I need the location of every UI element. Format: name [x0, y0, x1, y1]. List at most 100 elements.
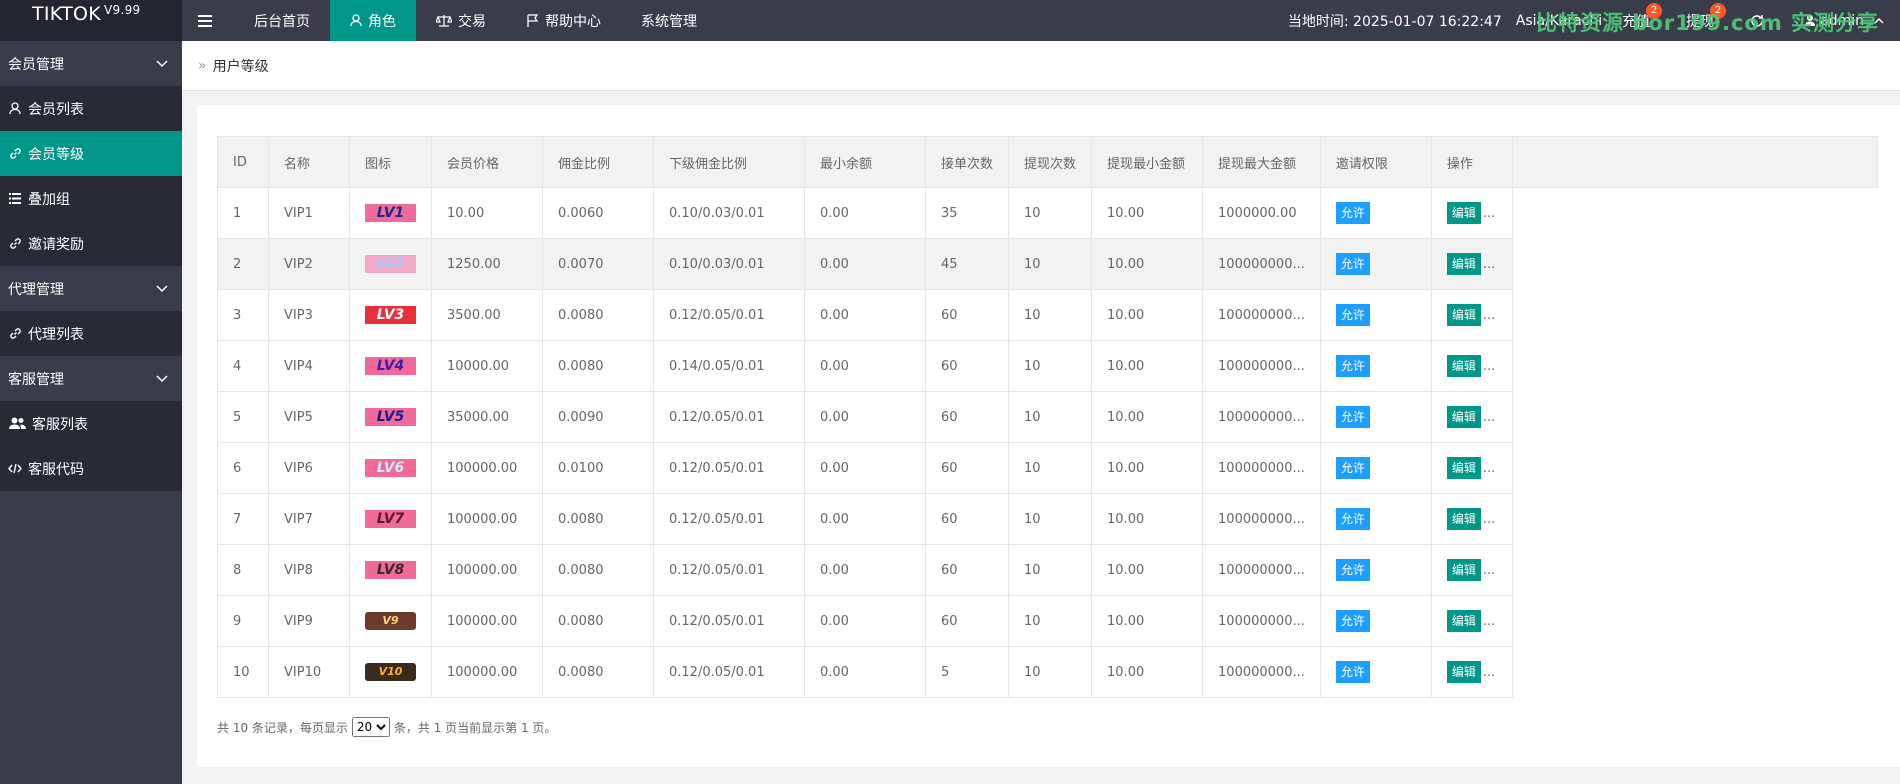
cell-orders: 60: [924, 391, 1010, 443]
sidebar-item-label: 客服代码: [28, 461, 84, 478]
cell-orders: 60: [924, 493, 1010, 545]
recharge-link[interactable]: 充值 2: [1622, 2, 1663, 31]
cell-invite: 允许: [1319, 340, 1432, 392]
nav-help[interactable]: 帮助中心: [506, 0, 621, 41]
level-badge-icon: LV5: [365, 408, 416, 426]
level-table: ID 名称 图标 会员价格 佣金比例 下级佣金比例 最小余额 接单次数 提现次数…: [217, 136, 1878, 698]
sidebar: 会员管理 会员列表 会员等级 叠加组 邀请奖励 代理管理 代理列表 客服管理 客…: [0, 41, 182, 784]
sidebar-item-stack-group[interactable]: 叠加组: [0, 176, 182, 221]
sidebar-group-agent[interactable]: 代理管理: [0, 266, 182, 311]
cell-actions: 编辑...: [1430, 646, 1513, 698]
sidebar-item-member-level[interactable]: 会员等级: [0, 131, 182, 176]
cell-wd-min: 10.00: [1091, 187, 1204, 239]
level-icon-cell: LV6: [349, 442, 432, 494]
cell-sub-rate: 0.12/0.05/0.01: [653, 646, 805, 698]
refresh-button[interactable]: [1750, 14, 1764, 28]
sidebar-group-service[interactable]: 客服管理: [0, 356, 182, 401]
edit-button[interactable]: 编辑: [1446, 661, 1481, 683]
allow-button[interactable]: 允许: [1335, 559, 1370, 581]
cell-actions: 编辑...: [1430, 544, 1513, 596]
allow-button[interactable]: 允许: [1335, 661, 1370, 683]
allow-button[interactable]: 允许: [1335, 304, 1370, 326]
edit-button[interactable]: 编辑: [1446, 508, 1481, 530]
cell-orders: 60: [924, 442, 1010, 494]
cell-name: VIP6: [268, 442, 350, 494]
nav-dashboard-label: 后台首页: [254, 13, 310, 30]
table-row: 4 VIP4 LV4 10000.00 0.0080 0.14/0.05/0.01 0.00…: [217, 340, 1878, 392]
cell-sub-rate: 0.12/0.05/0.01: [653, 544, 805, 596]
level-badge-icon: LV3: [365, 306, 416, 324]
table-body: 1 VIP1 LV1 10.00 0.0060 0.10/0.03/0.01 0.00 35 1…: [217, 187, 1878, 698]
allow-button[interactable]: 允许: [1335, 508, 1370, 530]
sidebar-item-service-code[interactable]: 客服代码: [0, 446, 182, 491]
cell-withdraw-times: 10: [1008, 238, 1093, 290]
more-ellipsis: ...: [1482, 461, 1496, 476]
cell-id: 4: [217, 340, 269, 392]
table-row: 1 VIP1 LV1 10.00 0.0060 0.10/0.03/0.01 0.00 35 1…: [217, 187, 1878, 239]
allow-button[interactable]: 允许: [1335, 202, 1370, 224]
page-size-select[interactable]: 20: [351, 717, 390, 737]
edit-button[interactable]: 编辑: [1446, 457, 1481, 479]
cell-sub-rate: 0.12/0.05/0.01: [653, 595, 805, 647]
edit-button[interactable]: 编辑: [1446, 610, 1481, 632]
cell-orders: 60: [924, 340, 1010, 392]
sidebar-group-member[interactable]: 会员管理: [0, 41, 182, 86]
cell-id: 1: [217, 187, 269, 239]
edit-button[interactable]: 编辑: [1446, 202, 1481, 224]
sidebar-item-label: 会员列表: [28, 101, 84, 118]
allow-button[interactable]: 允许: [1335, 355, 1370, 377]
cell-wd-min: 10.00: [1091, 238, 1204, 290]
cell-withdraw-times: 10: [1008, 391, 1093, 443]
chevron-down-icon: [156, 284, 168, 292]
cell-min-balance: 0.00: [804, 493, 926, 545]
cell-withdraw-times: 10: [1008, 595, 1093, 647]
cell-actions: 编辑...: [1430, 289, 1513, 341]
nav-trade[interactable]: 交易: [416, 0, 506, 41]
user-menu[interactable]: admin: [1804, 13, 1884, 29]
edit-button[interactable]: 编辑: [1446, 559, 1481, 581]
cell-min-balance: 0.00: [804, 289, 926, 341]
timezone-text: Asia/Karachi: [1515, 12, 1603, 29]
nav-role[interactable]: 角色: [330, 0, 416, 41]
allow-button[interactable]: 允许: [1335, 253, 1370, 275]
cell-min-balance: 0.00: [804, 340, 926, 392]
cell-price: 1250.00: [431, 238, 543, 290]
cell-name: VIP4: [268, 340, 350, 392]
cell-min-balance: 0.00: [804, 646, 926, 698]
allow-button[interactable]: 允许: [1335, 406, 1370, 428]
cell-min-balance: 0.00: [804, 595, 926, 647]
cell-actions: 编辑...: [1430, 187, 1513, 239]
sidebar-item-agent-list[interactable]: 代理列表: [0, 311, 182, 356]
code-icon: [8, 462, 22, 476]
nav-help-label: 帮助中心: [545, 13, 601, 30]
withdraw-badge: 2: [1710, 2, 1727, 19]
edit-button[interactable]: 编辑: [1446, 304, 1481, 326]
cell-wd-min: 10.00: [1091, 340, 1204, 392]
page-title: 用户等级: [212, 58, 269, 75]
edit-button[interactable]: 编辑: [1446, 406, 1481, 428]
cell-sub-rate: 0.12/0.05/0.01: [653, 493, 805, 545]
withdraw-link[interactable]: 提现 2: [1686, 2, 1727, 31]
cell-wd-max: 1000000.00: [1202, 187, 1321, 239]
cell-orders: 45: [924, 238, 1010, 290]
cell-invite: 允许: [1319, 187, 1432, 239]
allow-button[interactable]: 允许: [1335, 610, 1370, 632]
nav-dashboard[interactable]: 后台首页: [234, 0, 330, 41]
level-badge-icon: LV7: [365, 510, 416, 528]
allow-button[interactable]: 允许: [1335, 457, 1370, 479]
cell-name: VIP2: [268, 238, 350, 290]
double-chevron-icon: »: [198, 57, 207, 74]
cell-sub-rate: 0.12/0.05/0.01: [653, 289, 805, 341]
level-icon-cell: LV4: [349, 340, 432, 392]
sidebar-item-label: 代理列表: [28, 326, 84, 343]
sidebar-item-member-list[interactable]: 会员列表: [0, 86, 182, 131]
cell-id: 8: [217, 544, 269, 596]
col-withdraw-min: 提现最小金额: [1091, 136, 1204, 188]
nav-system[interactable]: 系统管理: [621, 0, 717, 41]
edit-button[interactable]: 编辑: [1446, 253, 1481, 275]
sidebar-item-invite-reward[interactable]: 邀请奖励: [0, 221, 182, 266]
edit-button[interactable]: 编辑: [1446, 355, 1481, 377]
sidebar-item-label: 叠加组: [28, 191, 70, 208]
menu-toggle-button[interactable]: [182, 0, 234, 41]
sidebar-item-service-list[interactable]: 客服列表: [0, 401, 182, 446]
